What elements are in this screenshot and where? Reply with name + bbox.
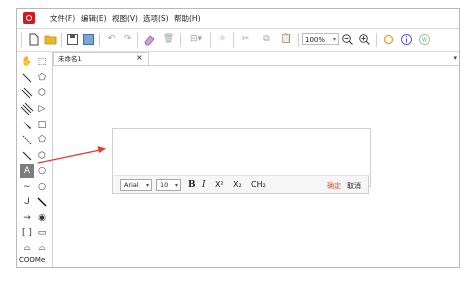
font-size-select[interactable]: 10 ▾ bbox=[156, 179, 181, 191]
pentagon-tool-2-icon[interactable]: ⬠ bbox=[35, 133, 49, 147]
zoom-out-icon[interactable] bbox=[341, 33, 354, 46]
superscript-button[interactable]: X² bbox=[215, 178, 224, 192]
arrow-tool-icon[interactable]: → bbox=[20, 211, 34, 225]
export-icon[interactable]: W bbox=[418, 33, 431, 46]
rectangle-tool-icon[interactable]: ▭ bbox=[35, 226, 49, 240]
wave-line-tool-icon[interactable]: ⌓ bbox=[20, 241, 34, 255]
bracket-shape-tool-icon[interactable]: ⌓ bbox=[35, 241, 49, 255]
subscript-button[interactable]: X₂ bbox=[233, 178, 242, 192]
chevron-down-icon: ▾ bbox=[145, 182, 149, 189]
tab-menu-icon[interactable]: ▾ bbox=[453, 54, 457, 62]
wedge-bond-tool-icon[interactable] bbox=[20, 118, 34, 132]
hexagon-tool-icon[interactable]: ⬡ bbox=[35, 149, 49, 163]
toolbar-separator bbox=[61, 33, 62, 47]
toolbar-separator bbox=[233, 33, 234, 47]
triangle-tool-icon[interactable]: ▷ bbox=[35, 102, 49, 116]
toolbar-separator bbox=[137, 33, 138, 47]
chevron-down-icon: ▾ bbox=[174, 182, 178, 189]
zoom-value: 100% bbox=[305, 36, 326, 44]
svg-text:W: W bbox=[422, 38, 427, 44]
zoom-in-icon[interactable] bbox=[358, 33, 371, 46]
save-as-icon[interactable] bbox=[82, 33, 95, 46]
coome-label[interactable]: COOMe bbox=[19, 256, 45, 264]
menu-help[interactable]: 帮助(H) bbox=[174, 13, 201, 24]
hash-bond-tool-icon[interactable] bbox=[20, 133, 34, 147]
menu-bar: 文件(F) 编辑(E) 视图(V) 选项(S) 帮助(H) bbox=[17, 9, 459, 29]
formatting-bar: Arial ▾ 10 ▾ B I X² X₂ CH₂ 确定 取消 bbox=[112, 175, 369, 194]
save-icon[interactable] bbox=[66, 33, 79, 46]
hand-tool-icon[interactable]: ✋ bbox=[20, 55, 34, 69]
heptagon-tool-icon[interactable]: ○ bbox=[35, 164, 49, 178]
single-bond-tool-icon[interactable] bbox=[20, 71, 34, 85]
app-window: 文件(F) 编辑(E) 视图(V) 选项(S) 帮助(H) ↶ ↷ 🗑 ⊟▾ ✧… bbox=[16, 8, 460, 268]
paste-icon[interactable]: 📋 bbox=[280, 33, 293, 46]
ring-icon[interactable] bbox=[382, 33, 395, 46]
tool-palette: ✋ ⬚ ⬠ ⬡ ▷ □ ⬠ ⬡ A ○ ∼ ○ ᒍ → ◉ [] ▭ ⌓ ⌓ … bbox=[17, 52, 53, 267]
bold-button[interactable]: B bbox=[188, 178, 196, 192]
menu-edit[interactable]: 编辑(E) bbox=[81, 13, 107, 24]
triple-bond-tool-icon[interactable] bbox=[20, 102, 34, 116]
plain-bond-tool-icon[interactable] bbox=[20, 149, 34, 163]
align-icon[interactable]: ⊟▾ bbox=[186, 33, 206, 46]
double-bond-tool-icon[interactable] bbox=[20, 86, 34, 100]
font-size-value: 10 bbox=[160, 181, 169, 189]
square-tool-icon[interactable]: □ bbox=[35, 118, 49, 132]
close-icon[interactable]: × bbox=[136, 52, 143, 64]
hexagon-outline-tool-icon[interactable]: ⬡ bbox=[35, 86, 49, 100]
app-logo-icon bbox=[23, 12, 35, 24]
cancel-button[interactable]: 取消 bbox=[347, 181, 361, 191]
toolbar-separator bbox=[99, 33, 100, 47]
menu-view[interactable]: 视图(V) bbox=[112, 13, 138, 24]
curve-arrow-tool-icon[interactable]: ᒍ bbox=[20, 195, 34, 209]
new-file-icon[interactable] bbox=[27, 33, 40, 46]
document-tab-bar: 未命名1 × ▾ bbox=[53, 52, 459, 66]
lasso-tool-icon[interactable]: ⬚ bbox=[35, 55, 49, 69]
redo-icon[interactable]: ↷ bbox=[121, 33, 134, 46]
toolbar-separator bbox=[376, 33, 377, 47]
italic-button[interactable]: I bbox=[202, 178, 206, 192]
delete-icon[interactable]: 🗑 bbox=[162, 33, 175, 46]
undo-icon[interactable]: ↶ bbox=[105, 33, 118, 46]
toolbar: ↶ ↷ 🗑 ⊟▾ ✧ ✂ ⧉ 📋 100% ▾ W bbox=[17, 29, 459, 52]
tab-label: 未命名1 bbox=[58, 55, 82, 63]
cut-icon[interactable]: ✂ bbox=[239, 33, 252, 46]
clean-icon[interactable]: ✧ bbox=[216, 33, 229, 46]
bracket-tool-icon[interactable]: [ ] bbox=[20, 226, 34, 240]
menu-options[interactable]: 选项(S) bbox=[143, 13, 169, 24]
wavy-bond-tool-icon[interactable]: ∼ bbox=[20, 180, 34, 194]
open-folder-icon[interactable] bbox=[44, 33, 57, 46]
eraser-icon[interactable] bbox=[143, 33, 156, 46]
font-select[interactable]: Arial ▾ bbox=[120, 179, 152, 191]
chem-format-button[interactable]: CH₂ bbox=[251, 178, 266, 192]
toolbar-separator bbox=[298, 33, 299, 47]
pentagon-tool-icon[interactable]: ⬠ bbox=[35, 71, 49, 85]
toolbar-separator bbox=[21, 33, 22, 47]
toolbar-separator bbox=[210, 33, 211, 47]
zoom-select[interactable]: 100% ▾ bbox=[302, 33, 339, 45]
copy-icon[interactable]: ⧉ bbox=[260, 33, 273, 46]
menu-file[interactable]: 文件(F) bbox=[50, 13, 75, 24]
circle-dot-tool-icon[interactable]: ◉ bbox=[35, 211, 49, 225]
line-tool-icon[interactable] bbox=[35, 195, 49, 209]
toolbar-separator bbox=[180, 33, 181, 47]
font-value: Arial bbox=[124, 181, 139, 189]
info-icon[interactable] bbox=[400, 33, 413, 46]
chevron-down-icon: ▾ bbox=[332, 36, 336, 43]
tab-untitled[interactable]: 未命名1 bbox=[53, 52, 149, 65]
octagon-tool-icon[interactable]: ○ bbox=[35, 180, 49, 194]
text-tool-icon[interactable]: A bbox=[20, 164, 34, 178]
ok-button[interactable]: 确定 bbox=[327, 181, 341, 191]
